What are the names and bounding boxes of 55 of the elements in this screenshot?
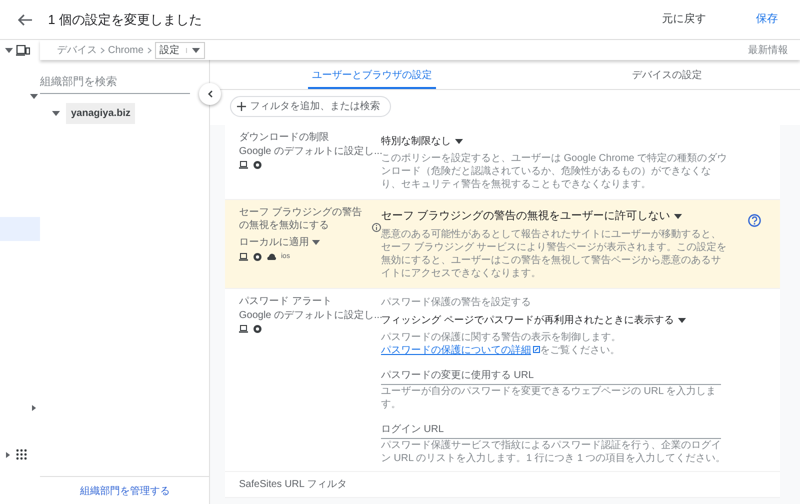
setting-dropdown[interactable]: セーフ ブラウジングの警告の無視をユーザーに許可しない	[381, 208, 682, 224]
setting-dropdown[interactable]: フィッシング ページでパスワードが再利用されたときに表示する	[381, 312, 686, 328]
caret-icon	[455, 139, 463, 144]
caret-icon	[678, 318, 686, 322]
manage-org-units-link[interactable]: 組織部門を管理する	[80, 486, 170, 497]
setting-dropdown[interactable]: 特別な制限なし	[381, 134, 463, 149]
plus-icon	[237, 102, 246, 111]
laptop-icon	[239, 253, 248, 262]
page-title: 1 個の設定を変更しました	[48, 10, 202, 29]
breadcrumb-link[interactable]: Chrome	[108, 42, 144, 58]
breadcrumb-dropdown[interactable]: 設定	[154, 42, 205, 58]
devices-icon	[16, 45, 30, 56]
chevron-right-icon	[146, 46, 152, 54]
save-button[interactable]: 保存	[746, 7, 788, 32]
browser-logo-icon	[253, 253, 262, 262]
setting-description: パスワードの保護に関する警告の表示を制御します。 パスワードの保護についての詳細 をご覧ください。	[381, 330, 622, 356]
caret-icon	[6, 452, 10, 458]
laptop-icon	[239, 324, 248, 332]
whats-new-link[interactable]: 最新情報	[748, 42, 788, 58]
tree-item[interactable]: yanagiya.biz	[66, 102, 136, 124]
chevron-left-icon	[207, 90, 213, 98]
setting-name: パスワード アラート	[239, 294, 333, 308]
field-hint: ユーザーが自分のパスワードを変更できるウェブページの URL を入力します。	[381, 384, 718, 410]
back-arrow-icon[interactable]	[18, 14, 32, 26]
apps-grid-icon[interactable]	[16, 449, 27, 460]
setting-status: Google のデフォルトに設定し...	[239, 308, 381, 320]
text-field[interactable]: パスワードの変更に使用する URL	[381, 366, 721, 384]
breadcrumb-link[interactable]: デバイス	[57, 42, 97, 58]
caret-icon	[32, 405, 36, 411]
setting-description: 悪意のある可能性があるとして報告されたサイトにユーザーが移動すると、セーフ ブラウジング サービスにより警告ページが表示されます。この設定を無効にすると、ユーザーはこの警告を無視して警告ページから悪意のあるサイトにアクセスできなくなります。	[381, 228, 728, 280]
caret-icon	[192, 48, 200, 52]
filter-field[interactable]: フィルタを追加、または検索	[230, 96, 391, 117]
setting-name: ダウンロードの制限	[239, 131, 330, 144]
setting-name: セーフ ブラウジングの警告の無視を無効にする	[239, 206, 363, 232]
caret-icon	[674, 214, 682, 219]
external-link-icon	[533, 346, 540, 354]
browser-logo-icon	[253, 161, 262, 169]
tab[interactable]: デバイスの設定	[632, 60, 702, 89]
caret-icon	[5, 48, 13, 53]
caret-icon	[30, 94, 38, 99]
chevron-right-icon	[100, 46, 105, 54]
setting-status: Google のデフォルトに設定し...	[239, 146, 381, 157]
setting-name: SafeSites URL フィルタ	[239, 478, 348, 490]
undo-button[interactable]: 元に戻す	[652, 7, 716, 32]
tab[interactable]: ユーザーとブラウザの設定	[308, 60, 436, 89]
setting-description: このポリシーを設定すると、ユーザーは Google Chrome で特定の種類のダウンロード（危険だと認識されているか、危険性があるもの）ができなくなり、セキュリティ警告を無視することもできなくなります。	[381, 152, 728, 191]
browser-logo-icon	[253, 324, 262, 332]
laptop-icon	[239, 161, 248, 169]
text-field[interactable]: ログイン URL	[381, 420, 721, 438]
learn-more-link[interactable]: パスワードの保護についての詳細	[381, 344, 540, 356]
cloud-icon	[267, 253, 276, 262]
status-dropdown[interactable]: ローカルに適用	[239, 235, 320, 250]
field-hint: パスワード保護サービスで指紋によるパスワード認証を行う、企業のログイン URL のリストを入力します。1 行につき 1 つの項目を入力してください。	[381, 438, 727, 464]
field-label: パスワード保護の警告を設定する	[381, 296, 532, 310]
caret-icon	[312, 240, 320, 245]
